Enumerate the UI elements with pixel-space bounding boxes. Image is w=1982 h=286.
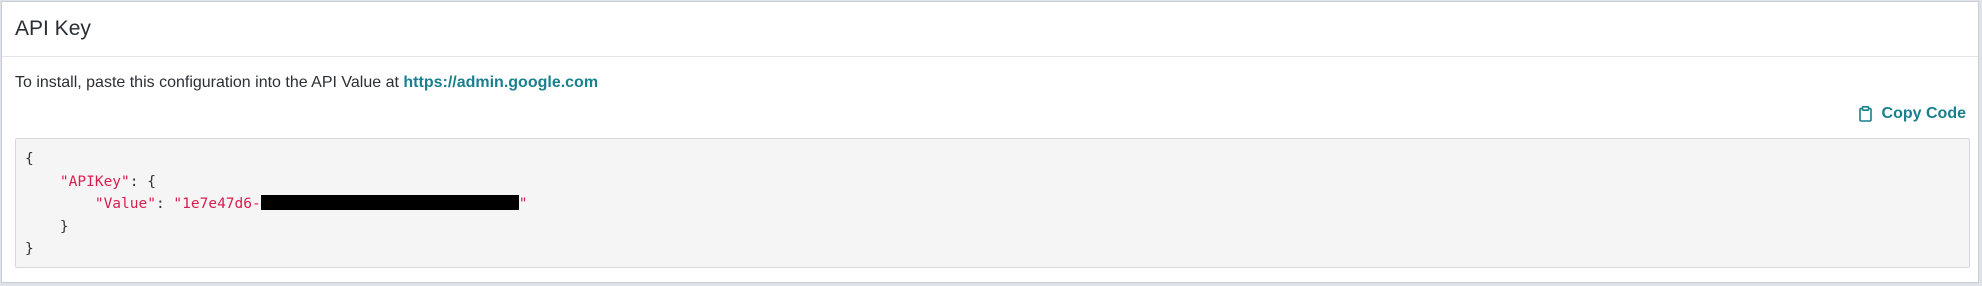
code-value-suffix: " [518, 196, 528, 212]
copy-code-label: Copy Code [1881, 105, 1966, 122]
code-colon: : [155, 196, 174, 212]
api-key-panel: API Key To install, paste this configura… [1, 1, 1979, 283]
code-value-prefix: "1e7e47d6- [173, 196, 261, 212]
admin-google-link[interactable]: https://admin.google.com [403, 74, 598, 91]
panel-title: API Key [15, 17, 91, 40]
instructions-text: To install, paste this configuration int… [15, 74, 404, 91]
redacted-api-key [260, 195, 519, 210]
panel-header: API Key [2, 2, 1978, 57]
clipboard-icon [1858, 106, 1872, 122]
code-open-brace: { [25, 151, 34, 167]
code-inner-close: } [59, 218, 69, 235]
code-colon-brace: : { [129, 173, 156, 190]
copy-code-button[interactable]: Copy Code [1858, 105, 1966, 123]
code-key-apikey: "APIKey" [59, 173, 130, 190]
install-instructions: To install, paste this configuration int… [15, 74, 598, 92]
code-block[interactable]: { "APIKey": { "Value": "1e7e47d6- " } } [15, 138, 1970, 268]
code-key-value: "Value" [94, 196, 156, 212]
code-close-brace: } [25, 241, 34, 257]
